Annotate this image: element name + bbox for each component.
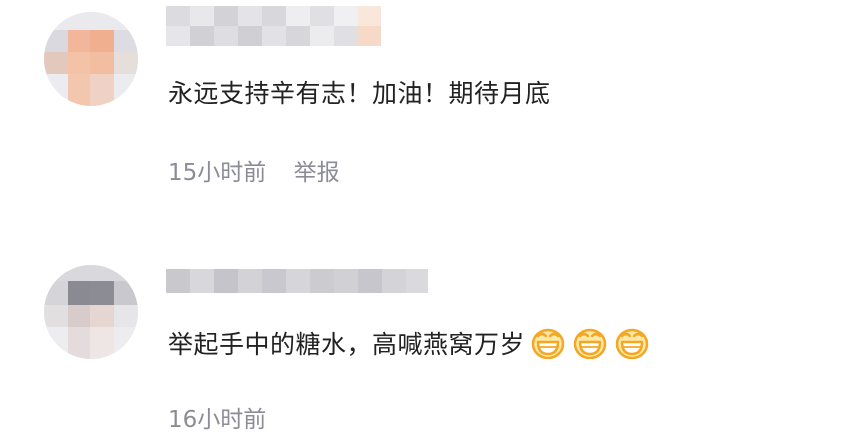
username-pixelated bbox=[166, 6, 381, 46]
comment-timestamp: 15小时前 bbox=[168, 160, 267, 186]
comment-meta: 16小时前 bbox=[168, 400, 266, 434]
username-pixelated bbox=[166, 269, 428, 293]
comment-timestamp: 16小时前 bbox=[168, 407, 267, 433]
avatar-pixelated-image bbox=[44, 12, 138, 106]
comment-item: 举起手中的糖水，高喊燕窝万岁 16小时前 bbox=[0, 255, 856, 434]
grinning-face-icon bbox=[615, 327, 649, 365]
emoji-group bbox=[531, 327, 657, 365]
comment-item: 永远支持辛有志！加油！期待月底 15小时前 举报 bbox=[0, 0, 856, 215]
avatar[interactable] bbox=[44, 265, 138, 359]
username-blurred[interactable] bbox=[166, 4, 381, 46]
username-blurred[interactable] bbox=[166, 269, 428, 293]
grinning-face-icon bbox=[531, 327, 565, 365]
avatar-pixelated-image bbox=[44, 265, 138, 359]
comment-text-row: 举起手中的糖水，高喊燕窝万岁 bbox=[168, 325, 657, 365]
avatar[interactable] bbox=[44, 12, 138, 106]
comment-text: 永远支持辛有志！加油！期待月底 bbox=[168, 79, 551, 108]
report-link[interactable]: 举报 bbox=[294, 160, 340, 186]
grinning-face-icon bbox=[573, 327, 607, 365]
comment-text: 举起手中的糖水，高喊燕窝万岁 bbox=[168, 330, 526, 359]
comment-meta: 15小时前 举报 bbox=[168, 153, 340, 187]
